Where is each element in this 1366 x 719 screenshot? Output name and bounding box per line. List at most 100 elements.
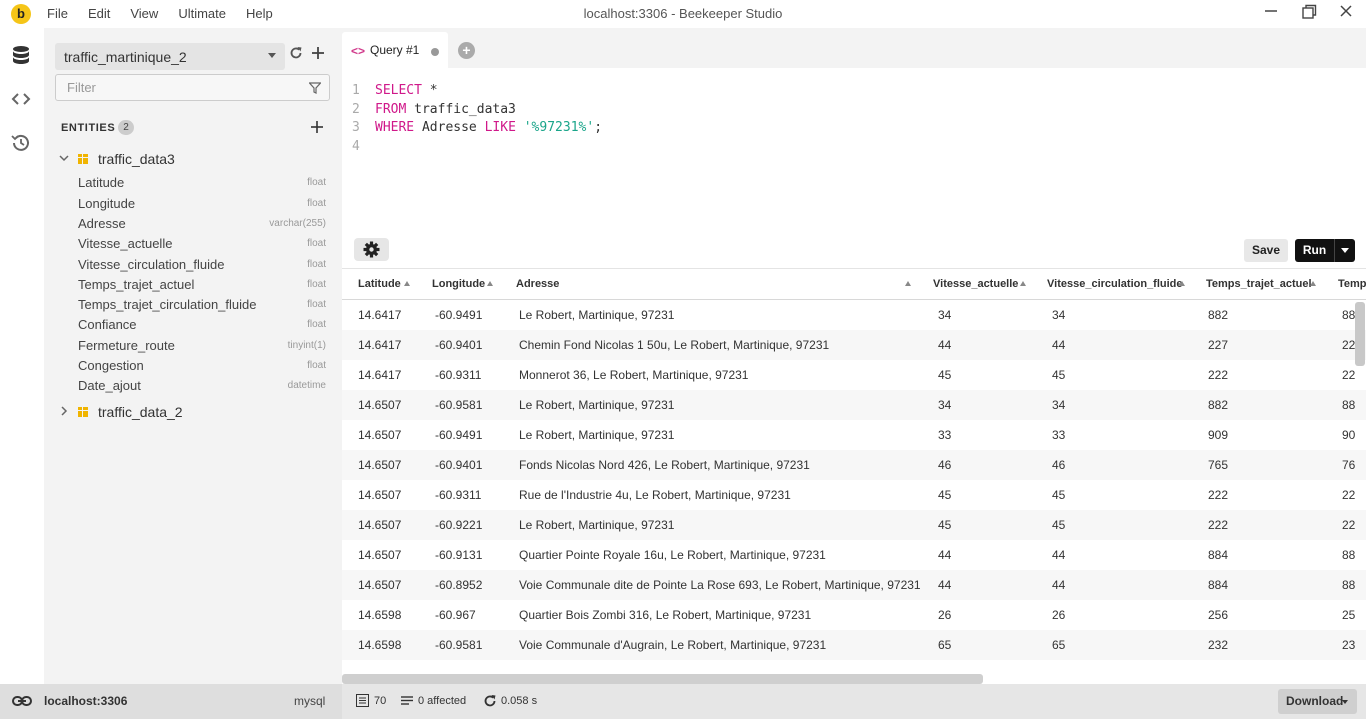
sort-icon[interactable] [1179, 281, 1185, 286]
cell-vitesse-fluide[interactable]: 65 [1052, 638, 1065, 652]
cell-longitude[interactable]: -60.967 [435, 608, 476, 622]
cell-adresse[interactable]: Le Robert, Martinique, 97231 [519, 308, 674, 322]
column-item[interactable]: Vitesse_actuelle float [78, 234, 326, 254]
cell-vitesse-actuelle[interactable]: 34 [938, 398, 951, 412]
cell-longitude[interactable]: -60.9491 [435, 428, 482, 442]
filter-input[interactable] [56, 75, 286, 100]
cell-longitude[interactable]: -60.9491 [435, 668, 482, 670]
cell-adresse[interactable]: Chemin Fond Nicolas 1 50u, Le Robert, Ma… [519, 338, 829, 352]
cell-adresse[interactable]: Voie Communale dite de Pointe La Rose 69… [519, 578, 921, 592]
cell-longitude[interactable]: -60.9581 [435, 638, 482, 652]
cell-vitesse-fluide[interactable]: 44 [1052, 578, 1065, 592]
cell-latitude[interactable]: 14.6507 [358, 458, 401, 472]
cell-temps-fluide[interactable]: 88 [1342, 578, 1355, 592]
close-icon[interactable] [1335, 4, 1357, 24]
cell-vitesse-actuelle[interactable]: 65 [938, 638, 951, 652]
cell-longitude[interactable]: -60.9221 [435, 518, 482, 532]
cell-latitude[interactable]: 14.6598 [358, 608, 401, 622]
history-icon[interactable] [10, 132, 34, 156]
table-row[interactable]: 14.6507 -60.9311 Rue de l'Industrie 4u, Le… [342, 480, 1366, 510]
table-row[interactable]: 14.6598 -60.9581 Voie Communale d'Augrain,… [342, 630, 1366, 660]
cell-temps-fluide[interactable]: 88 [1342, 668, 1355, 670]
database-icon[interactable] [10, 44, 34, 68]
database-select[interactable]: traffic_martinique_2 [55, 43, 285, 70]
cell-vitesse-actuelle[interactable]: 45 [938, 368, 951, 382]
cell-adresse[interactable]: Rue de l'Industrie 4u, Le Robert, Martin… [519, 488, 791, 502]
sort-icon[interactable] [1020, 281, 1026, 286]
cell-vitesse-fluide[interactable]: 34 [1052, 398, 1065, 412]
download-button[interactable]: Download [1278, 689, 1357, 714]
column-item[interactable]: Date_ajout datetime [78, 376, 326, 396]
cell-vitesse-fluide[interactable]: 45 [1052, 518, 1065, 532]
cell-vitesse-fluide[interactable]: 34 [1052, 668, 1065, 670]
table-row[interactable]: 14.6417 -60.9401 Chemin Fond Nicolas 1 50u… [342, 330, 1366, 360]
table-row[interactable]: 14.6507 -60.9401 Fonds Nicolas Nord 426, L… [342, 450, 1366, 480]
cell-latitude[interactable]: 14.6507 [358, 488, 401, 502]
sql-editor[interactable]: 1 SELECT * 2 FROM traffic_data3 3 WHERE … [342, 68, 1366, 268]
table-row[interactable]: 14.6507 -60.8952 Voie Communale dite de Po… [342, 570, 1366, 600]
cell-vitesse-actuelle[interactable]: 45 [938, 518, 951, 532]
cell-vitesse-fluide[interactable]: 26 [1052, 608, 1065, 622]
column-header[interactable]: Vitesse_circulation_fluide [1047, 278, 1183, 290]
chevron-right-icon[interactable] [59, 405, 73, 419]
column-header[interactable]: Adresse [516, 278, 559, 290]
cell-vitesse-actuelle[interactable]: 34 [938, 668, 951, 670]
table-row[interactable]: 14.6507 -60.9131 Quartier Pointe Royale 16… [342, 540, 1366, 570]
column-header[interactable]: Longitude [432, 278, 485, 290]
cell-adresse[interactable]: Voie Communale d'Augrain, Le Robert, Mar… [519, 638, 826, 652]
cell-vitesse-actuelle[interactable]: 45 [938, 488, 951, 502]
cell-temps-trajet[interactable]: 882 [1208, 398, 1228, 412]
run-button[interactable]: Run [1295, 239, 1334, 262]
cell-vitesse-actuelle[interactable]: 44 [938, 338, 951, 352]
cell-longitude[interactable]: -60.9131 [435, 548, 482, 562]
cell-latitude[interactable]: 14.6417 [358, 338, 401, 352]
filter-field[interactable] [55, 74, 330, 101]
cell-adresse[interactable]: Le Robert, Martinique, 97231 [519, 428, 674, 442]
table-row[interactable]: 14.6507 -60.9221 Le Robert, Martinique, 97… [342, 510, 1366, 540]
cell-latitude[interactable]: 14.6507 [358, 398, 401, 412]
run-options-icon[interactable] [1334, 239, 1355, 262]
cell-temps-fluide[interactable]: 22 [1342, 518, 1355, 532]
cell-temps-trajet[interactable]: 232 [1208, 638, 1228, 652]
cell-vitesse-actuelle[interactable]: 44 [938, 548, 951, 562]
cell-latitude[interactable]: 14.6507 [358, 578, 401, 592]
sort-icon[interactable] [1310, 281, 1316, 286]
cell-temps-fluide[interactable]: 22 [1342, 368, 1355, 382]
cell-temps-trajet[interactable]: 765 [1208, 458, 1228, 472]
cell-temps-fluide[interactable]: 76 [1342, 458, 1355, 472]
cell-temps-fluide[interactable]: 90 [1342, 428, 1355, 442]
table-node-traffic-data-2[interactable]: traffic_data_2 [59, 402, 183, 422]
cell-vitesse-actuelle[interactable]: 34 [938, 308, 951, 322]
horizontal-scrollbar[interactable] [342, 674, 983, 684]
cell-vitesse-fluide[interactable]: 44 [1052, 338, 1065, 352]
table-row[interactable]: 14.6598 -60.9491 Le Robert, Martinique, 97… [342, 660, 1366, 670]
cell-longitude[interactable]: -60.9401 [435, 458, 482, 472]
cell-temps-trajet[interactable]: 884 [1208, 548, 1228, 562]
cell-temps-fluide[interactable]: 88 [1342, 398, 1355, 412]
cell-vitesse-actuelle[interactable]: 44 [938, 578, 951, 592]
connection-status[interactable]: localhost:3306 mysql [0, 684, 342, 719]
cell-latitude[interactable]: 14.6417 [358, 308, 401, 322]
cell-temps-fluide[interactable]: 22 [1342, 338, 1355, 352]
cell-adresse[interactable]: Quartier Bois Zombi 316, Le Robert, Mart… [519, 608, 811, 622]
column-header[interactable]: Temps_trajet_actuel [1206, 278, 1312, 290]
cell-longitude[interactable]: -60.9401 [435, 338, 482, 352]
cell-temps-trajet[interactable]: 882 [1208, 668, 1228, 670]
table-row[interactable]: 14.6417 -60.9311 Monnerot 36, Le Robert, M… [342, 360, 1366, 390]
save-button[interactable]: Save [1244, 239, 1288, 262]
cell-latitude[interactable]: 14.6598 [358, 638, 401, 652]
column-item[interactable]: Latitude float [78, 173, 326, 193]
column-item[interactable]: Temps_trajet_circulation_fluide float [78, 295, 326, 315]
maximize-icon[interactable] [1298, 4, 1320, 24]
chevron-down-icon[interactable] [59, 153, 73, 166]
column-item[interactable]: Temps_trajet_actuel float [78, 275, 326, 295]
cell-longitude[interactable]: -60.9581 [435, 398, 482, 412]
column-item[interactable]: Longitude float [78, 194, 326, 214]
cell-vitesse-fluide[interactable]: 44 [1052, 548, 1065, 562]
cell-temps-fluide[interactable]: 25 [1342, 608, 1355, 622]
refresh-icon[interactable] [288, 46, 304, 64]
cell-latitude[interactable]: 14.6598 [358, 668, 401, 670]
cell-temps-trajet[interactable]: 222 [1208, 368, 1228, 382]
cell-vitesse-actuelle[interactable]: 33 [938, 428, 951, 442]
cell-vitesse-fluide[interactable]: 33 [1052, 428, 1065, 442]
